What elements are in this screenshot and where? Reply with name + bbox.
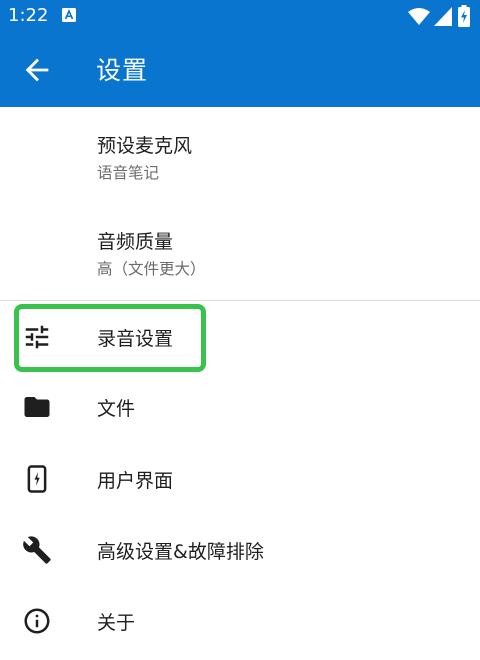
app-bar: 设置 bbox=[0, 33, 480, 107]
phone-outline-icon bbox=[27, 465, 47, 493]
nav-label: 用户界面 bbox=[97, 470, 174, 492]
page-title: 设置 bbox=[96, 56, 149, 85]
tune-icon bbox=[25, 325, 49, 349]
notification-icon bbox=[62, 8, 76, 22]
pref-title: 音频质量 bbox=[97, 231, 174, 253]
status-bar: 1:22 bbox=[0, 0, 480, 33]
status-time: 1:22 bbox=[8, 5, 49, 26]
nav-item-advanced[interactable]: 高级设置&故障排除 bbox=[0, 515, 480, 585]
wifi-icon bbox=[408, 8, 430, 25]
battery-charging-icon bbox=[458, 5, 470, 27]
nav-item-recording-settings[interactable]: 录音设置 bbox=[0, 302, 480, 372]
nav-item-about[interactable]: 关于 bbox=[0, 586, 480, 656]
nav-label: 录音设置 bbox=[97, 328, 174, 350]
pref-subtitle: 语音笔记 bbox=[97, 164, 160, 182]
info-icon bbox=[24, 608, 50, 634]
nav-item-user-interface[interactable]: 用户界面 bbox=[0, 444, 480, 514]
pref-default-microphone[interactable]: 预设麦克风 语音笔记 bbox=[0, 107, 480, 203]
pref-subtitle: 高（文件更大） bbox=[97, 260, 206, 278]
pref-title: 预设麦克风 bbox=[97, 135, 193, 157]
nav-label: 文件 bbox=[97, 398, 136, 420]
signal-icon bbox=[434, 7, 452, 26]
nav-label: 关于 bbox=[97, 612, 136, 634]
nav-item-files[interactable]: 文件 bbox=[0, 372, 480, 442]
arrow-back-icon[interactable] bbox=[20, 53, 54, 87]
wrench-icon bbox=[23, 536, 51, 564]
divider bbox=[0, 300, 480, 301]
nav-label: 高级设置&故障排除 bbox=[97, 541, 264, 563]
pref-audio-quality[interactable]: 音频质量 高（文件更大） bbox=[0, 203, 480, 299]
folder-icon bbox=[24, 397, 50, 417]
